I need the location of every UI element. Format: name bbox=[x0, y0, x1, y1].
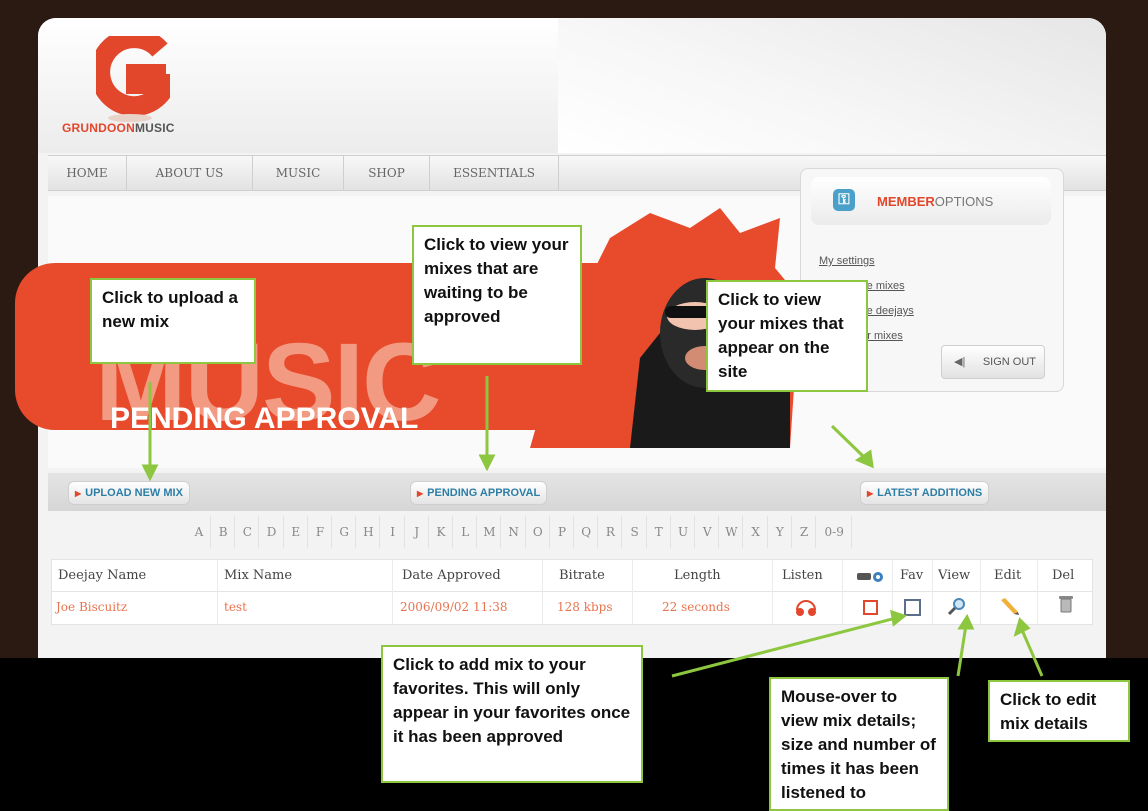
arrow-line bbox=[671, 616, 897, 678]
arrow-head bbox=[1013, 617, 1031, 637]
arrow-line bbox=[830, 424, 867, 460]
arrow-head bbox=[957, 613, 975, 630]
arrow-head bbox=[141, 464, 159, 482]
arrow-head bbox=[890, 609, 908, 627]
arrow-head bbox=[478, 454, 496, 472]
annotation-arrows bbox=[141, 376, 1044, 678]
arrow-line bbox=[1020, 629, 1044, 677]
arrow-line bbox=[956, 624, 968, 677]
